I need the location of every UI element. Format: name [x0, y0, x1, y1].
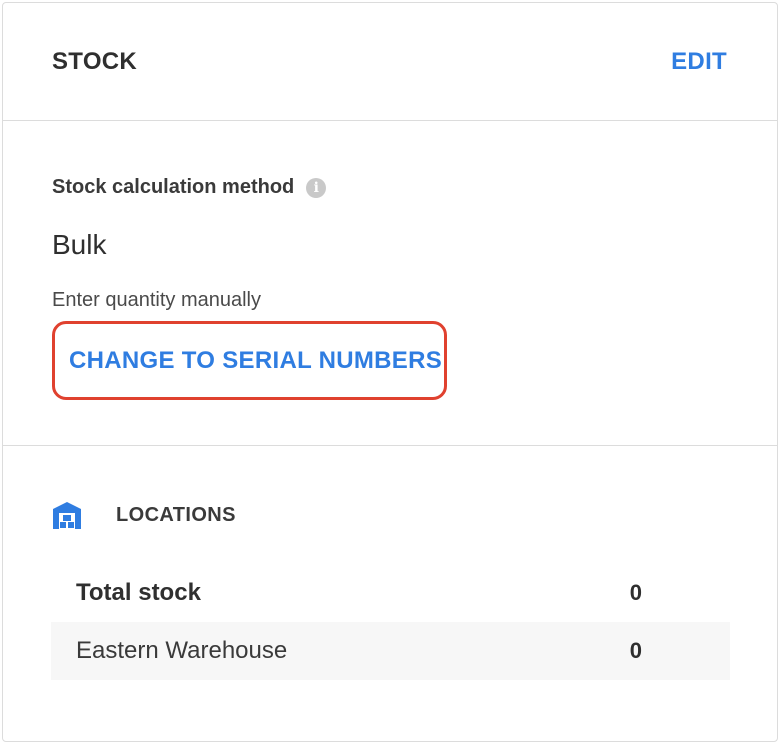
row-label: Eastern Warehouse	[76, 637, 288, 664]
table-row-total-stock: Total stock 0	[51, 564, 730, 622]
row-value: 0	[629, 580, 642, 605]
stock-method-section: Stock calculation method i Bulk Enter qu…	[3, 121, 777, 446]
stock-card: STOCK EDIT Stock calculation method i Bu…	[2, 2, 778, 742]
method-label: Stock calculation method	[52, 176, 295, 198]
row-label: Total stock	[76, 579, 201, 606]
locations-header: LOCATIONS	[51, 499, 236, 531]
stock-table: Total stock 0 Eastern Warehouse 0	[51, 564, 730, 680]
row-value: 0	[629, 638, 642, 663]
method-description: Enter quantity manually	[52, 289, 262, 311]
method-label-row: Stock calculation method i	[52, 176, 327, 199]
edit-button[interactable]: EDIT	[671, 48, 727, 76]
card-header: STOCK EDIT	[3, 3, 777, 121]
warehouse-icon	[53, 502, 81, 529]
card-title: STOCK	[52, 47, 138, 75]
locations-title: LOCATIONS	[116, 503, 236, 526]
method-value: Bulk	[52, 229, 107, 260]
change-to-serial-numbers-button[interactable]: CHANGE TO SERIAL NUMBERS	[52, 321, 447, 400]
locations-section: LOCATIONS Total stock 0 Eastern Warehous…	[3, 446, 777, 726]
info-icon[interactable]: i	[306, 177, 327, 198]
table-row-location[interactable]: Eastern Warehouse 0	[51, 622, 730, 680]
